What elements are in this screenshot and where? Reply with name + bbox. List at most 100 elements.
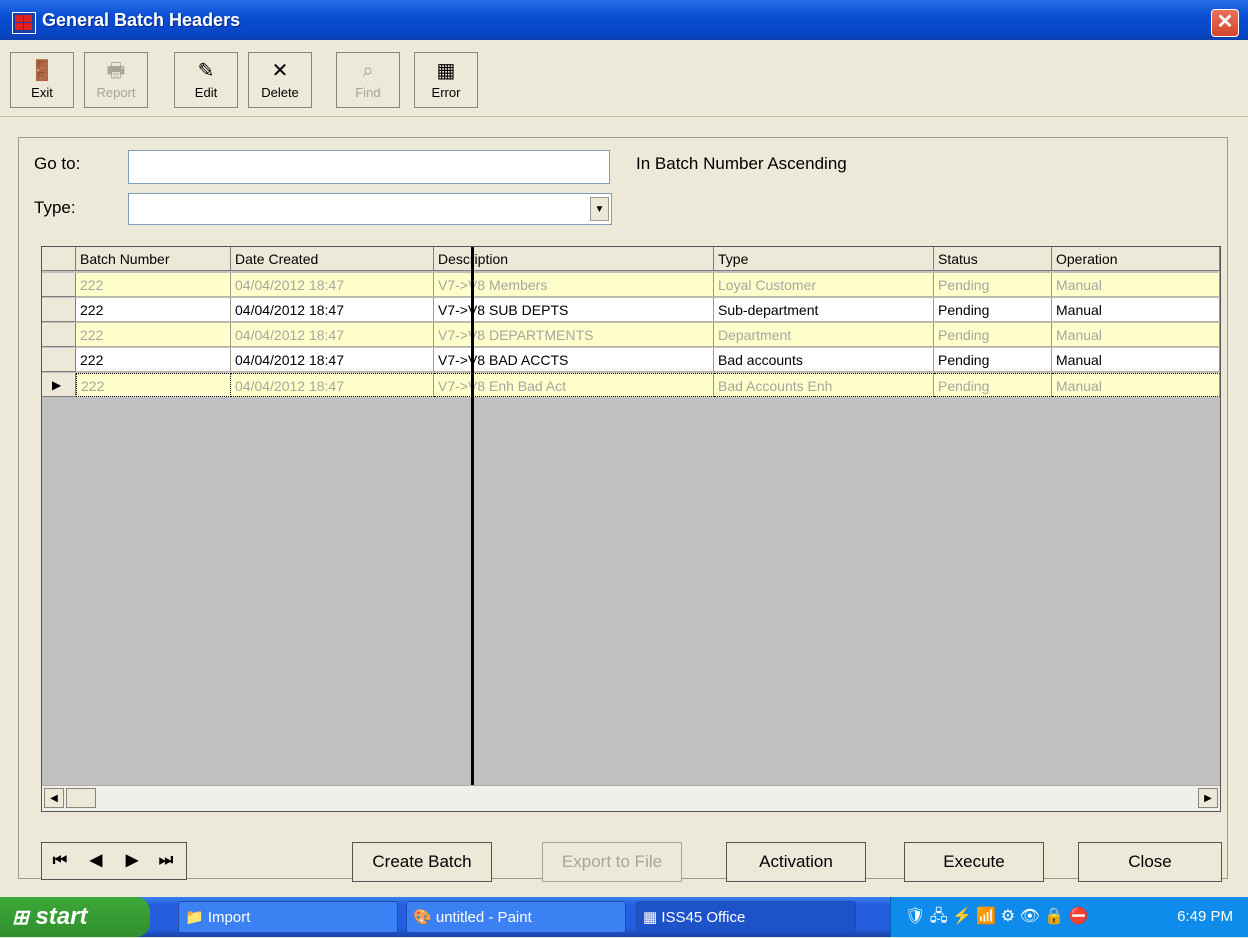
cell-operation[interactable]: Manual: [1052, 348, 1220, 372]
cell-status[interactable]: Pending: [934, 348, 1052, 372]
edit-button[interactable]: ✎ Edit: [174, 52, 238, 108]
column-header-batch-number[interactable]: Batch Number: [76, 247, 231, 271]
cell-status[interactable]: Pending: [934, 273, 1052, 297]
horizontal-scrollbar[interactable]: ◀ ▶: [42, 785, 1220, 811]
cell-description[interactable]: V7->V8 Enh Bad Act: [434, 373, 714, 397]
tray-icons[interactable]: 🛡 🖧 ⚡ 📶 ⚙ 👁 🔒 ⛔: [905, 908, 1089, 925]
windows-logo-icon: ⊞: [12, 907, 29, 929]
scroll-right-icon[interactable]: ▶: [1198, 788, 1218, 808]
column-header-status[interactable]: Status: [934, 247, 1052, 271]
next-record-icon[interactable]: ▶: [118, 847, 146, 875]
cell-date-created[interactable]: 04/04/2012 18:47: [231, 273, 434, 297]
delete-x-icon: ✕: [271, 60, 289, 82]
cell-description[interactable]: V7->V8 Members: [434, 273, 714, 297]
folder-icon: 📁: [185, 909, 204, 926]
type-select-value: [129, 200, 133, 217]
row-selector[interactable]: [42, 348, 76, 372]
cell-description[interactable]: V7->V8 SUB DEPTS: [434, 298, 714, 322]
cell-status[interactable]: Pending: [934, 298, 1052, 322]
last-record-icon[interactable]: ⏭: [152, 847, 180, 875]
batch-grid[interactable]: Batch Number Date Created Description Ty…: [41, 246, 1221, 812]
type-select[interactable]: ▼: [128, 193, 612, 225]
row-selector[interactable]: [42, 323, 76, 347]
cell-operation[interactable]: Manual: [1052, 273, 1220, 297]
error-button[interactable]: ▦ Error: [414, 52, 478, 108]
sort-order-text: In Batch Number Ascending: [636, 154, 847, 173]
close-window-button[interactable]: ✕: [1211, 9, 1239, 37]
grid-table-icon: ▦: [436, 60, 456, 82]
exit-door-icon: 🚪: [29, 60, 55, 82]
exit-label: Exit: [31, 85, 53, 100]
first-record-icon[interactable]: ⏮: [46, 847, 74, 875]
cell-batch-number[interactable]: 222: [76, 373, 231, 397]
cell-date-created[interactable]: 04/04/2012 18:47: [231, 348, 434, 372]
cell-operation[interactable]: Manual: [1052, 298, 1220, 322]
edit-label: Edit: [194, 85, 218, 100]
cell-date-created[interactable]: 04/04/2012 18:47: [231, 323, 434, 347]
current-row-marker-icon[interactable]: ▶: [42, 373, 76, 397]
delete-button[interactable]: ✕ Delete: [248, 52, 312, 108]
taskbar: ⊞ start 📁 Import 🎨 untitled - Paint ▦ IS…: [0, 897, 1248, 937]
toolbar: 🚪 Exit 🖶 Report ✎ Edit ✕ Delete ⌕ Find ▦…: [0, 40, 1248, 117]
clock[interactable]: 6:49 PM: [1177, 897, 1233, 937]
dropdown-arrow-icon[interactable]: ▼: [590, 197, 609, 221]
delete-label: Delete: [261, 85, 299, 100]
cell-batch-number[interactable]: 222: [76, 348, 231, 372]
find-label: Find: [355, 85, 381, 100]
row-selector[interactable]: [42, 273, 76, 297]
cell-type[interactable]: Bad Accounts Enh: [714, 373, 934, 397]
cell-type[interactable]: Bad accounts: [714, 348, 934, 372]
binoculars-icon: ⌕: [362, 60, 374, 82]
create-batch-button[interactable]: Create Batch: [352, 842, 492, 882]
task-paint-label: untitled - Paint: [435, 909, 532, 926]
cell-type[interactable]: Loyal Customer: [714, 273, 934, 297]
record-navigator: ⏮ ◀ ▶ ⏭: [41, 842, 187, 880]
cell-description[interactable]: V7->V8 DEPARTMENTS: [434, 323, 714, 347]
scroll-left-icon[interactable]: ◀: [44, 788, 64, 808]
task-import-label: Import: [207, 909, 251, 926]
cell-description[interactable]: V7->V8 BAD ACCTS: [434, 348, 714, 372]
exit-button[interactable]: 🚪 Exit: [10, 52, 74, 108]
scroll-thumb[interactable]: [66, 788, 96, 808]
app-icon: [12, 12, 36, 34]
title-bar[interactable]: General Batch Headers ✕: [0, 0, 1248, 40]
cell-batch-number[interactable]: 222: [76, 298, 231, 322]
cell-type[interactable]: Department: [714, 323, 934, 347]
cell-batch-number[interactable]: 222: [76, 323, 231, 347]
cell-type[interactable]: Sub-department: [714, 298, 934, 322]
execute-button[interactable]: Execute: [904, 842, 1044, 882]
task-paint[interactable]: 🎨 untitled - Paint: [406, 901, 626, 933]
column-header-operation[interactable]: Operation: [1052, 247, 1220, 271]
task-iss45-office[interactable]: ▦ ISS45 Office: [636, 901, 856, 933]
cell-batch-number[interactable]: 222: [76, 273, 231, 297]
system-tray: 🛡 🖧 ⚡ 📶 ⚙ 👁 🔒 ⛔ 6:49 PM: [890, 897, 1248, 937]
activation-button[interactable]: Activation: [726, 842, 866, 882]
cell-date-created[interactable]: 04/04/2012 18:47: [231, 373, 434, 397]
report-button[interactable]: 🖶 Report: [84, 52, 148, 108]
task-import[interactable]: 📁 Import: [178, 901, 398, 933]
frozen-column-splitter[interactable]: [471, 247, 474, 811]
report-label: Report: [96, 85, 136, 100]
cell-status[interactable]: Pending: [934, 323, 1052, 347]
cell-date-created[interactable]: 04/04/2012 18:47: [231, 298, 434, 322]
goto-input[interactable]: [128, 150, 610, 184]
type-label: Type:: [34, 198, 76, 217]
window-title: General Batch Headers: [42, 10, 241, 30]
close-button[interactable]: Close: [1078, 842, 1222, 882]
column-header-date-created[interactable]: Date Created: [231, 247, 434, 271]
cell-operation[interactable]: Manual: [1052, 323, 1220, 347]
find-button[interactable]: ⌕ Find: [336, 52, 400, 108]
column-header-description[interactable]: Description: [434, 247, 714, 271]
cell-operation[interactable]: Manual: [1052, 373, 1220, 397]
cell-status[interactable]: Pending: [934, 373, 1052, 397]
printer-icon: 🖶: [106, 60, 126, 82]
row-selector[interactable]: [42, 298, 76, 322]
start-label: start: [35, 903, 88, 930]
export-to-file-button[interactable]: Export to File: [542, 842, 682, 882]
column-header-type[interactable]: Type: [714, 247, 934, 271]
previous-record-icon[interactable]: ◀: [82, 847, 110, 875]
task-iss45-label: ISS45 Office: [661, 909, 746, 926]
start-button[interactable]: ⊞ start: [0, 897, 150, 937]
edit-icon: ✎: [197, 60, 215, 82]
paint-icon: 🎨: [413, 909, 432, 926]
